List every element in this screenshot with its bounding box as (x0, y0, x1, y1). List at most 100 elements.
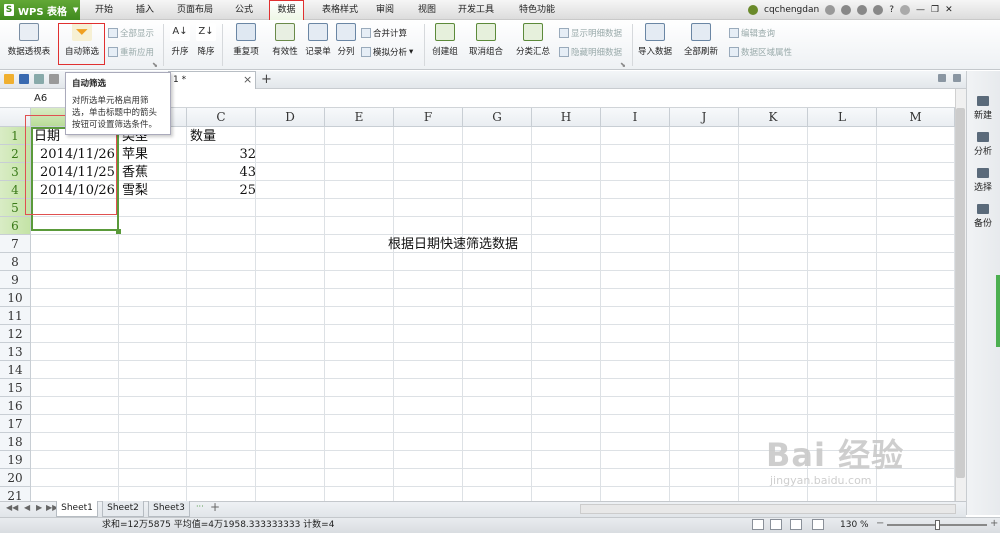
row-header-15[interactable]: 15 (0, 379, 31, 397)
fill-handle[interactable] (116, 229, 121, 234)
edit-query-button[interactable]: 编辑查询 (729, 27, 775, 39)
cell-b2[interactable]: 苹果 (122, 146, 148, 164)
cell-c4[interactable]: 25 (236, 182, 256, 200)
skin-icon[interactable] (841, 5, 852, 15)
edit-icon[interactable] (34, 74, 44, 84)
cell-c1[interactable]: 数量 (190, 128, 216, 146)
tab-special[interactable]: 特色功能 (512, 0, 562, 20)
sort-desc-button[interactable]: Z↓ 降序 (194, 23, 218, 57)
window-restore-icon[interactable]: ❐ (931, 0, 939, 20)
window-minimize-icon[interactable]: — (916, 0, 925, 20)
panel-backup-button[interactable]: 备份 (966, 204, 1000, 229)
show-all-button[interactable]: 全部显示 (108, 27, 154, 39)
next-sheet-icon[interactable]: ▶ (36, 503, 42, 512)
column-header-j[interactable]: J (670, 108, 739, 127)
column-header-c[interactable]: C (187, 108, 256, 127)
row-header-8[interactable]: 8 (0, 253, 31, 271)
pivot-table-button[interactable]: 数据透视表 (3, 23, 55, 57)
row-header-12[interactable]: 12 (0, 325, 31, 343)
zoom-level[interactable]: 130 % (840, 518, 869, 532)
import-data-button[interactable]: 导入数据 (636, 23, 674, 57)
tab-table-style[interactable]: 表格样式 (312, 0, 368, 20)
row-header-16[interactable]: 16 (0, 397, 31, 415)
column-header-e[interactable]: E (325, 108, 394, 127)
tab-view[interactable]: 视图 (410, 0, 444, 20)
open-folder-icon[interactable] (4, 74, 14, 84)
tab-list-icon[interactable] (938, 74, 946, 82)
cell-b4[interactable]: 雪梨 (122, 182, 148, 200)
tab-restore-icon[interactable] (953, 74, 961, 82)
tab-page-layout[interactable]: 页面布局 (170, 0, 220, 20)
name-box[interactable]: A6 (0, 90, 70, 108)
row-header-21[interactable]: 21 (0, 487, 31, 501)
normal-view-icon[interactable] (752, 519, 764, 530)
row-header-19[interactable]: 19 (0, 451, 31, 469)
panel-select-button[interactable]: 选择 (966, 168, 1000, 193)
page-break-view-icon[interactable] (790, 519, 802, 530)
zoom-out-icon[interactable]: − (876, 518, 884, 529)
add-sheet-button[interactable]: + (210, 500, 220, 514)
first-sheet-icon[interactable]: ◀◀ (6, 503, 18, 512)
subtotal-button[interactable]: 分类汇总 (513, 23, 553, 57)
user-name[interactable]: cqchengdan (764, 0, 819, 20)
row-header-14[interactable]: 14 (0, 361, 31, 379)
settings-icon[interactable] (857, 5, 868, 15)
column-header-d[interactable]: D (256, 108, 325, 127)
minimize-ribbon-icon[interactable] (899, 5, 910, 15)
new-tab-button[interactable]: + (261, 71, 272, 88)
row-header-6[interactable]: 6 (0, 217, 31, 235)
show-detail-button[interactable]: 显示明细数据 (559, 27, 622, 39)
tab-formula[interactable]: 公式 (226, 0, 262, 20)
row-header-7[interactable]: 7 (0, 235, 31, 253)
zoom-slider-thumb[interactable] (935, 520, 940, 530)
create-group-button[interactable]: 创建组 (428, 23, 462, 57)
row-header-11[interactable]: 11 (0, 307, 31, 325)
sheet-tab-3[interactable]: Sheet3 (148, 501, 190, 517)
column-header-h[interactable]: H (532, 108, 601, 127)
panel-expand-handle[interactable] (996, 275, 1000, 347)
filter-group-launcher-icon[interactable]: ⬊ (152, 61, 158, 69)
horizontal-scrollbar[interactable] (580, 504, 956, 514)
reapply-button[interactable]: 重新应用 (108, 46, 154, 58)
tab-data[interactable]: 数据 (269, 0, 304, 21)
column-header-k[interactable]: K (739, 108, 808, 127)
range-props-button[interactable]: 数据区域属性 (729, 46, 792, 58)
simulate-button[interactable]: 模拟分析 ▾ (361, 46, 413, 58)
validity-button[interactable]: 有效性 (268, 23, 302, 57)
app-menu-button[interactable]: S WPS 表格 ▼ (0, 0, 80, 20)
column-header-l[interactable]: L (808, 108, 877, 127)
tab-developer[interactable]: 开发工具 (452, 0, 500, 20)
column-header-i[interactable]: I (601, 108, 670, 127)
ungroup-button[interactable]: 取消组合 (463, 23, 509, 57)
panel-new-button[interactable]: 新建 (966, 96, 1000, 121)
column-header-f[interactable]: F (394, 108, 463, 127)
panel-analyze-button[interactable]: 分析 (966, 132, 1000, 157)
more-sheets-icon[interactable]: ··· (196, 502, 204, 511)
close-tab-icon[interactable]: × (243, 72, 252, 88)
cell-c2[interactable]: 32 (236, 146, 256, 164)
split-column-button[interactable]: 分列 (335, 23, 357, 57)
row-header-18[interactable]: 18 (0, 433, 31, 451)
save-icon[interactable] (19, 74, 29, 84)
sheet-tab-1[interactable]: Sheet1 (56, 501, 98, 517)
column-header-m[interactable]: M (877, 108, 955, 127)
tab-review[interactable]: 审阅 (369, 0, 401, 20)
tab-insert[interactable]: 插入 (128, 0, 162, 20)
refresh-all-button[interactable]: 全部刷新 (677, 23, 725, 57)
row-header-20[interactable]: 20 (0, 469, 31, 487)
column-header-g[interactable]: G (463, 108, 532, 127)
sort-asc-button[interactable]: A↓ 升序 (168, 23, 192, 57)
row-header-13[interactable]: 13 (0, 343, 31, 361)
user-avatar-icon[interactable] (748, 5, 758, 15)
hide-detail-button[interactable]: 隐藏明细数据 (559, 46, 622, 58)
duplicates-button[interactable]: 重复项 (226, 23, 266, 57)
mail-icon[interactable] (825, 5, 836, 15)
record-form-button[interactable]: 记录单 (303, 23, 333, 57)
row-header-9[interactable]: 9 (0, 271, 31, 289)
tab-home[interactable]: 开始 (88, 0, 120, 20)
outline-group-launcher-icon[interactable]: ⬊ (620, 61, 626, 69)
row-header-10[interactable]: 10 (0, 289, 31, 307)
prev-sheet-icon[interactable]: ◀ (24, 503, 30, 512)
vertical-scroll-thumb[interactable] (956, 108, 965, 478)
fullscreen-view-icon[interactable] (812, 519, 824, 530)
